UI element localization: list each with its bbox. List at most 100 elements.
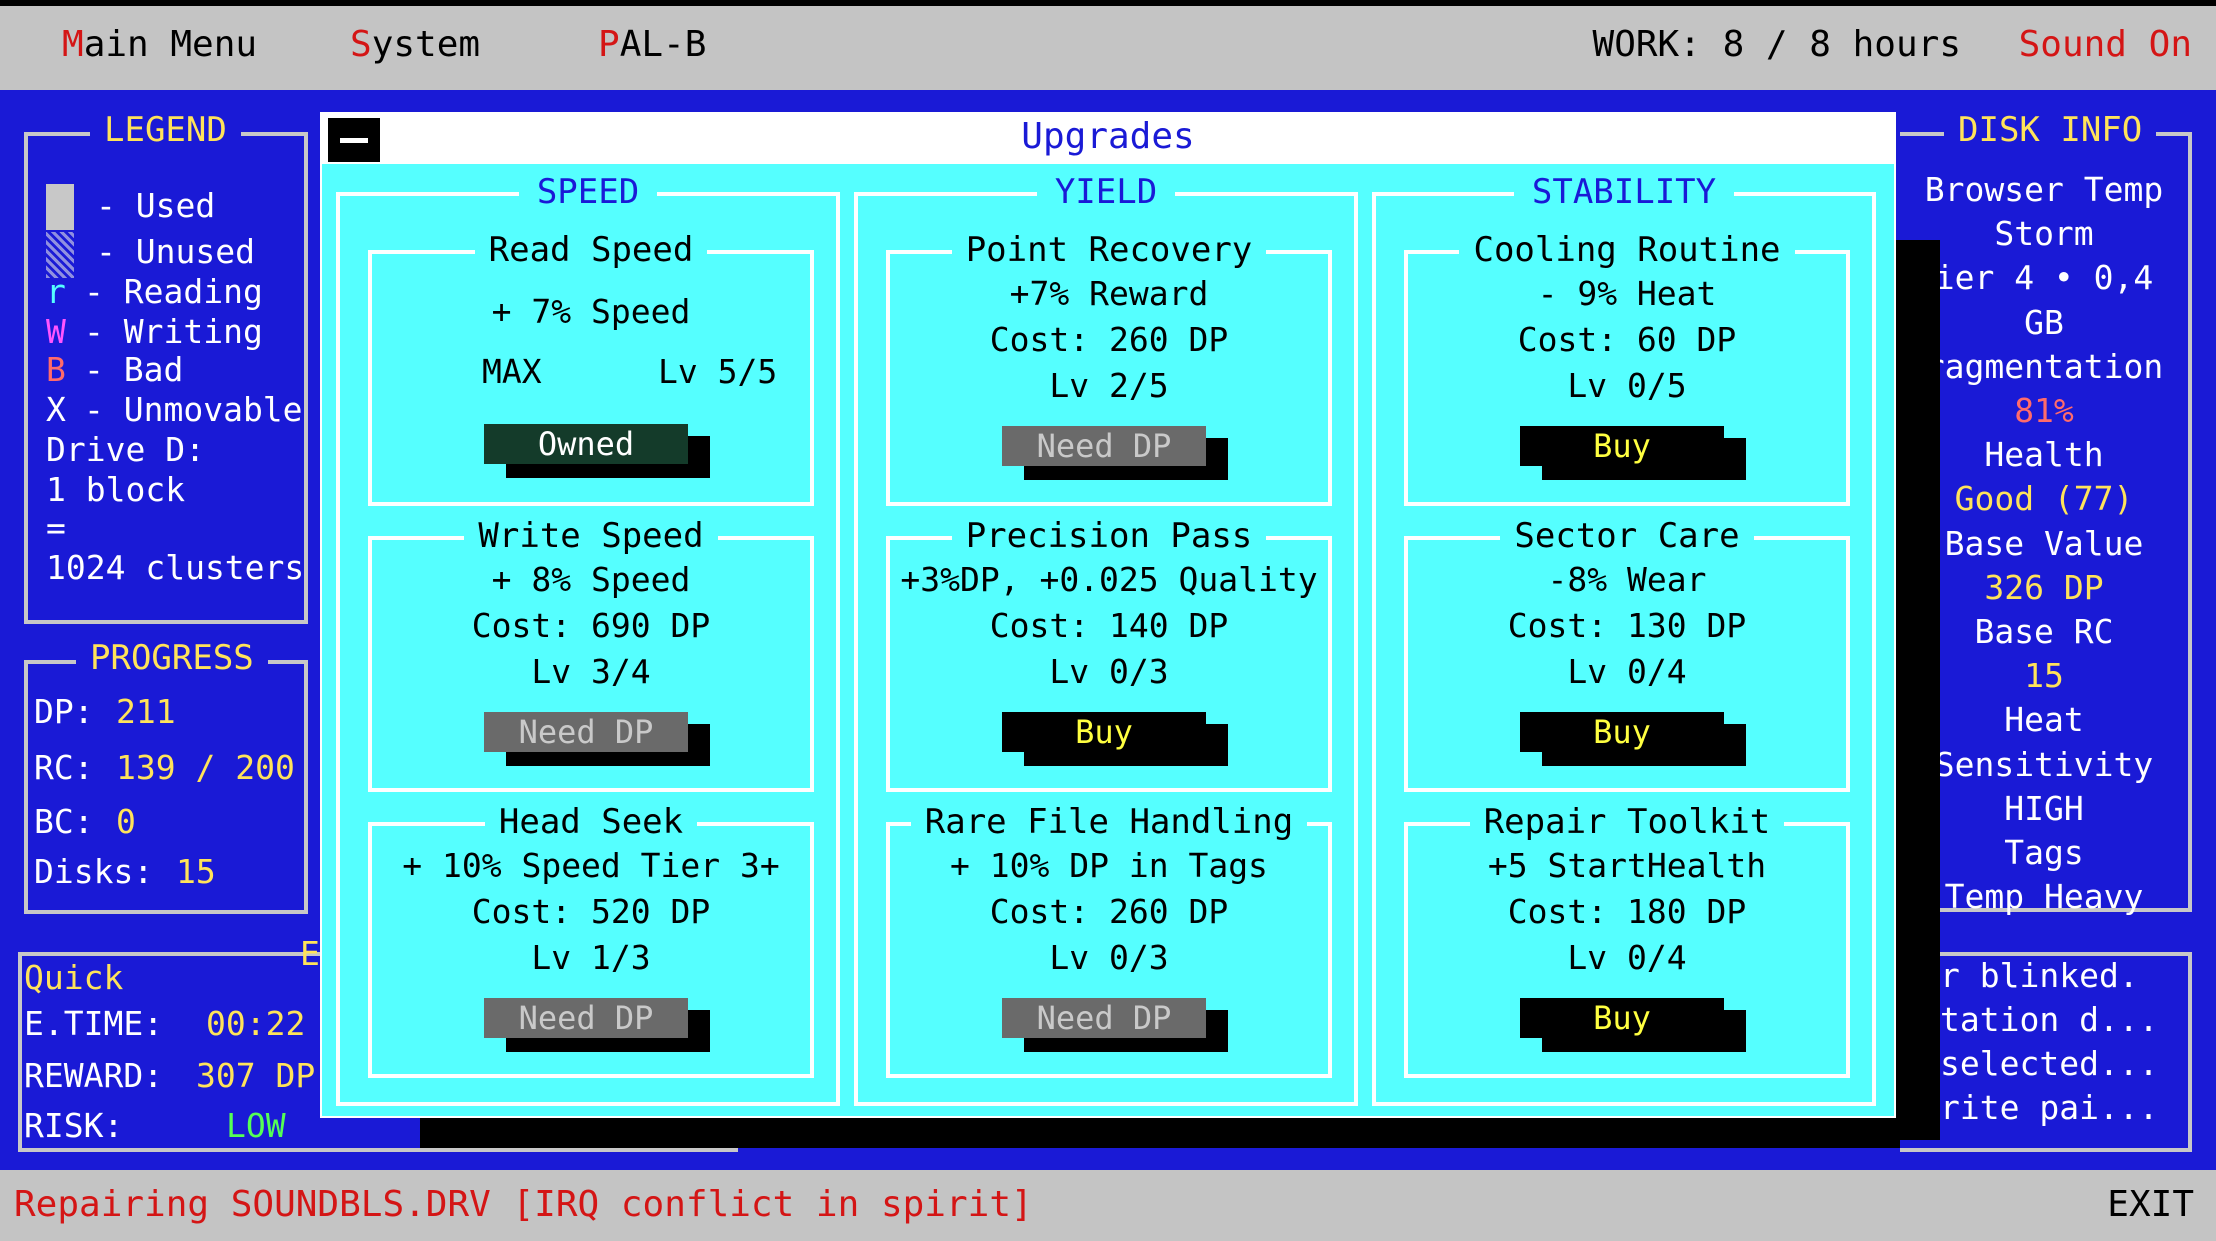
disk-info-line: Base Value xyxy=(1944,523,2144,563)
upgrade-title: Rare File Handling xyxy=(910,802,1308,842)
upgrade-button-wrap: Owned xyxy=(484,424,710,478)
dp-label: DP: xyxy=(34,692,94,731)
etime-label: E.TIME: xyxy=(24,1004,164,1043)
upgrade-button-wrap: Buy xyxy=(1002,712,1228,766)
dialog-title: Upgrades xyxy=(1021,116,1195,157)
legend-panel: LEGEND - Used - Unused r - Reading W - W… xyxy=(24,110,308,624)
upgrade-card: Rare File Handling + 10% DP in Tags Cost: … xyxy=(886,802,1332,1078)
upgrade-card: Point Recovery +7% Reward Cost: 260 DP Lv 2… xyxy=(886,230,1332,506)
menu-main[interactable]: Main Menu xyxy=(62,24,257,65)
legend-used: - Used xyxy=(96,186,216,225)
upgrade-level: Lv 1/3 xyxy=(531,938,651,977)
upgrade-effect: +7% Reward xyxy=(1009,274,1209,313)
upgrade-effect: + 8% Speed xyxy=(491,560,691,599)
menu-pal-b[interactable]: PAL-B xyxy=(598,24,706,65)
max-label: MAX xyxy=(482,352,542,391)
owned-button: Owned xyxy=(484,424,688,464)
disk-info-line: Health xyxy=(1984,435,2104,475)
work-hours: WORK: 8 / 8 hours xyxy=(1592,24,1961,65)
disk-info-line: GB xyxy=(2024,302,2064,342)
upgrade-button-wrap: Buy xyxy=(1520,712,1746,766)
disk-info-line: ragmentation xyxy=(1924,346,2164,386)
upgrade-cost: Cost: 140 DP xyxy=(989,606,1229,645)
disk-info-line: 326 DP xyxy=(1984,567,2104,607)
upgrade-cost: Cost: 260 DP xyxy=(989,892,1229,931)
upgrade-level: Lv 0/3 xyxy=(1049,652,1169,691)
upgrade-cost: Cost: 520 DP xyxy=(471,892,711,931)
column-title: SPEED xyxy=(518,172,658,212)
menu-system[interactable]: System xyxy=(350,24,480,65)
upgrade-cost: Cost: 180 DP xyxy=(1507,892,1747,931)
legend-writing-key: W xyxy=(46,312,66,351)
dp-value: 211 xyxy=(116,692,176,731)
column-yield: YIELD Point Recovery +7% Reward Cost: 260 D… xyxy=(854,172,1358,1106)
upgrade-effect: +5 StartHealth xyxy=(1487,846,1767,885)
disk-info-line: Base RC xyxy=(1974,612,2114,651)
upgrade-button-wrap: Need DP xyxy=(484,712,710,766)
upgrade-effect: + 10% DP in Tags xyxy=(950,846,1268,885)
upgrade-level: Lv 2/5 xyxy=(1049,366,1169,405)
sound-toggle[interactable]: Sound On xyxy=(2019,24,2192,65)
buy-button[interactable]: Buy xyxy=(1520,712,1724,752)
progress-title: PROGRESS xyxy=(76,638,268,678)
upgrade-title: Repair Toolkit xyxy=(1469,802,1785,842)
upgrade-button-wrap: Need DP xyxy=(1002,998,1228,1052)
buy-button[interactable]: Buy xyxy=(1520,426,1724,466)
need-dp-button: Need DP xyxy=(484,712,688,752)
status-message: Repairing SOUNDBLS.DRV [IRQ conflict in … xyxy=(14,1184,1033,1225)
upgrade-card: Sector Care -8% Wear Cost: 130 DP Lv 0/4 Buy xyxy=(1404,516,1850,792)
quick-label: Quick xyxy=(24,958,124,997)
upgrade-title: Sector Care xyxy=(1500,516,1754,556)
legend-reading: - Reading xyxy=(84,272,263,311)
modal-shadow-right xyxy=(1896,240,1940,1140)
column-title: STABILITY xyxy=(1513,172,1735,212)
need-dp-button: Need DP xyxy=(484,998,688,1038)
disk-info-line: Temp Heavy xyxy=(1944,877,2144,917)
risk-value: LOW xyxy=(226,1106,286,1145)
upgrade-effect: + 7% Speed xyxy=(491,292,691,331)
disk-info-line: 81% xyxy=(2014,391,2074,430)
upgrade-effect: - 9% Heat xyxy=(1537,274,1717,313)
disk-info-line: HIGH xyxy=(2004,788,2084,828)
upgrade-card: Write Speed + 8% Speed Cost: 690 DP Lv 3/4 N… xyxy=(368,516,814,792)
upgrade-level: Lv 0/5 xyxy=(1567,366,1687,405)
upgrade-level: Lv 5/5 xyxy=(658,352,778,391)
reward-value: 307 DP xyxy=(196,1056,316,1095)
disks-value: 15 xyxy=(176,852,216,891)
column-title: YIELD xyxy=(1036,172,1176,212)
disk-info-line: ier 4 • 0,4 xyxy=(1934,258,2154,298)
upgrade-level: Lv 0/4 xyxy=(1567,652,1687,691)
rc-value: 139 / 200 xyxy=(116,748,295,787)
used-swatch xyxy=(46,184,74,230)
disk-info-title: DISK INFO xyxy=(1944,110,2157,150)
upgrades-dialog: Upgrades SPEED Read Speed + 7% Speed MAX Lv … xyxy=(320,112,1896,1118)
bc-label: BC: xyxy=(34,802,94,841)
disk-info-line: Storm xyxy=(1994,214,2094,254)
upgrade-button-wrap: Buy xyxy=(1520,998,1746,1052)
column-stability: STABILITY Cooling Routine - 9% Heat Cost: 6… xyxy=(1372,172,1876,1106)
disk-info-line: Sensitivity xyxy=(1934,744,2154,784)
need-dp-button: Need DP xyxy=(1002,998,1206,1038)
log-line: tation d... xyxy=(1940,1000,2159,1039)
exit-button[interactable]: EXIT xyxy=(2107,1184,2194,1225)
upgrade-button-wrap: Need DP xyxy=(484,998,710,1052)
disk-info-line: Tags xyxy=(2004,833,2084,872)
upgrade-cost: Cost: 260 DP xyxy=(989,320,1229,359)
rc-label: RC: xyxy=(34,748,94,787)
upgrade-level: Lv 3/4 xyxy=(531,652,651,691)
log-panel: r blinked. tation d... selected... rite … xyxy=(1900,952,2192,1152)
upgrade-card: Read Speed + 7% Speed MAX Lv 5/5 Owned xyxy=(368,230,814,506)
buy-button[interactable]: Buy xyxy=(1520,998,1724,1038)
menu-bar: Main Menu System PAL-B WORK: 8 / 8 hours… xyxy=(0,0,2216,90)
reward-label: REWARD: xyxy=(24,1056,164,1095)
legend-writing: - Writing xyxy=(84,312,263,351)
legend-bad-key: B xyxy=(46,350,66,389)
log-line: rite pai... xyxy=(1940,1088,2159,1127)
legend-block: 1 block xyxy=(46,470,186,509)
upgrade-title: Cooling Routine xyxy=(1459,230,1795,270)
legend-title: LEGEND xyxy=(90,110,241,150)
disks-label: Disks: xyxy=(34,852,154,891)
buy-button[interactable]: Buy xyxy=(1002,712,1206,752)
upgrade-card: Precision Pass +3%DP, +0.025 Quality Cost:… xyxy=(886,516,1332,792)
legend-unused: - Unused xyxy=(96,232,255,271)
